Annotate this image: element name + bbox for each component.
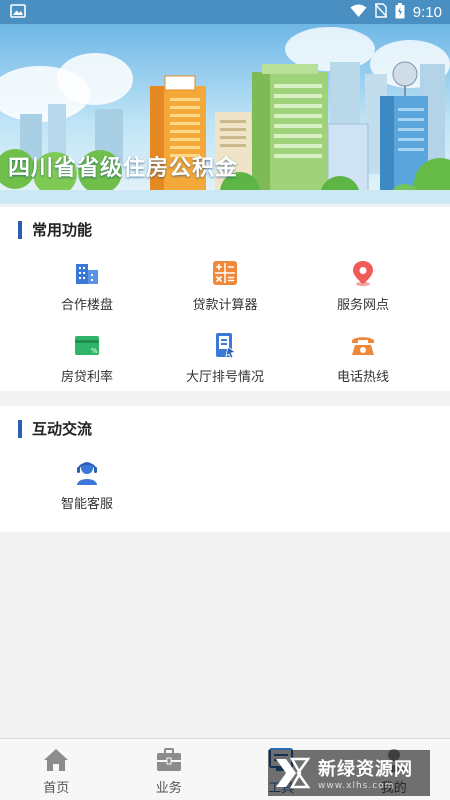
func-loan-calculator[interactable]: 贷款计算器 [150, 259, 300, 313]
func-label: 服务网点 [336, 298, 389, 313]
rate-card-icon: % [75, 336, 99, 355]
banner-title: 四川省省级住房公积金 [8, 156, 239, 181]
func-smart-customer-service[interactable]: 智能客服 [12, 458, 162, 512]
banner[interactable]: 四川省省级住房公积金 [0, 24, 450, 204]
home-icon [44, 749, 69, 771]
func-mortgage-rates[interactable]: % 房贷利率 [12, 331, 162, 385]
image-icon [10, 3, 26, 22]
section-accent-bar [18, 419, 22, 438]
customer-service-icon [77, 462, 97, 485]
section-header: 互动交流 [18, 418, 92, 439]
func-label: 房贷利率 [60, 370, 113, 385]
func-hall-queue[interactable]: 大厅排号情况 [150, 331, 300, 385]
func-label: 大厅排号情况 [185, 370, 264, 385]
queue-ticket-icon [216, 333, 236, 359]
common-functions-section: 常用功能 合作楼盘 贷款计算器 服务网点 % 房贷利率 大厅排号情况 电话热线 [0, 207, 450, 391]
func-label: 智能客服 [60, 497, 113, 512]
wifi-icon [350, 4, 367, 21]
section-accent-bar [18, 220, 22, 239]
func-label: 电话热线 [336, 370, 389, 385]
svg-text:%: % [91, 347, 98, 355]
no-sim-icon [374, 3, 388, 21]
func-phone-hotline[interactable]: 电话热线 [288, 331, 438, 385]
nav-label: 首页 [43, 781, 70, 796]
func-partner-buildings[interactable]: 合作楼盘 [12, 259, 162, 313]
nav-home[interactable]: 首页 [0, 739, 113, 800]
status-bar: 9:10 [0, 0, 450, 24]
watermark: 新绿资源网 www.xlhs.com [268, 750, 430, 796]
calculator-icon [213, 261, 237, 285]
section-header: 常用功能 [18, 219, 92, 240]
func-label: 贷款计算器 [192, 298, 258, 313]
func-service-outlets[interactable]: 服务网点 [288, 259, 438, 313]
location-pin-icon [353, 261, 373, 287]
nav-label: 业务 [155, 781, 182, 796]
status-time: 9:10 [412, 3, 442, 21]
func-label: 合作楼盘 [60, 298, 113, 313]
interaction-section: 互动交流 智能客服 [0, 406, 450, 532]
briefcase-icon [156, 748, 181, 771]
section-title: 常用功能 [32, 221, 93, 239]
watermark-logo-icon [276, 757, 311, 789]
section-title: 互动交流 [32, 420, 93, 438]
building-icon [76, 264, 98, 284]
telephone-icon [352, 337, 374, 355]
battery-icon [395, 2, 405, 22]
watermark-url: www.xlhs.com [318, 781, 395, 791]
watermark-text: 新绿资源网 [318, 759, 413, 780]
nav-business[interactable]: 业务 [113, 739, 226, 800]
